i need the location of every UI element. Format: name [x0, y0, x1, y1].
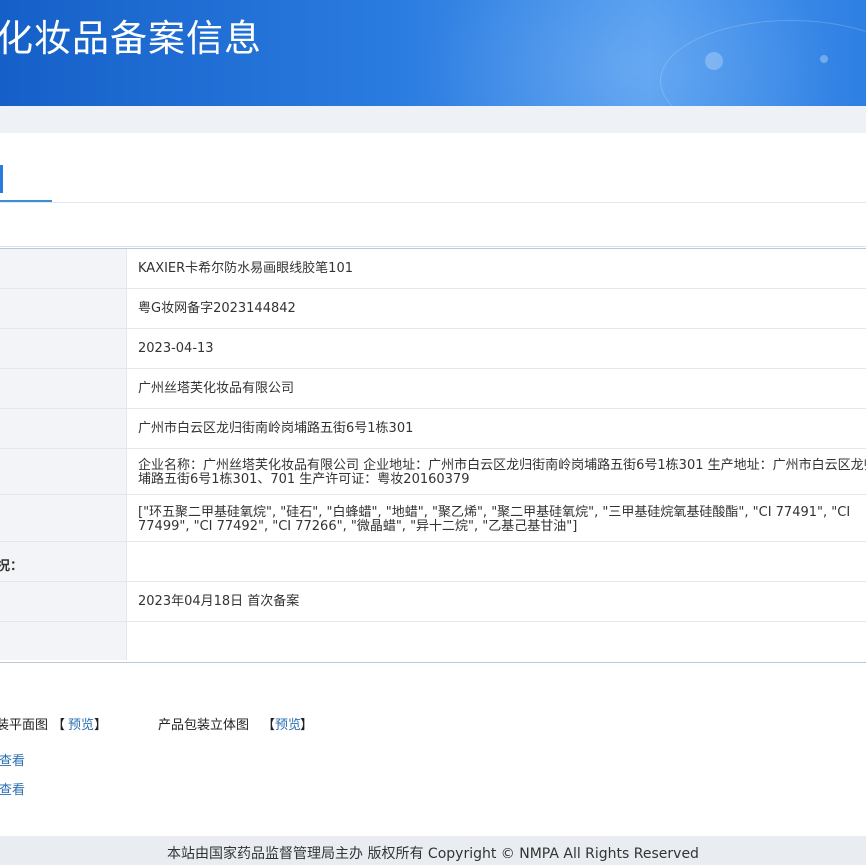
ingredients-line2: 77499", "CI 77492", "CI 77266", "微晶蜡", "…: [138, 519, 578, 534]
ingredients-line1: ["环五聚二甲基硅氧烷", "硅石", "白蜂蜡", "地蜡", "聚乙烯", …: [138, 505, 851, 520]
table-row: 况：: [0, 542, 866, 582]
row-value: 粤G妆网备字2023144842: [127, 289, 866, 328]
bracket: 】: [94, 718, 108, 733]
table-row: 广州丝塔芙化妆品有限公司: [0, 369, 866, 409]
row-value: 广州丝塔芙化妆品有限公司: [127, 369, 866, 408]
row-label: [0, 495, 127, 541]
row-value: [127, 622, 866, 660]
row-value: 广州市白云区龙归街南岭岗埔路五街6号1栋301: [127, 409, 866, 448]
row-label: [0, 409, 127, 448]
banner-decoration: [705, 52, 723, 70]
flat-image-label: 装平面图: [0, 718, 49, 733]
row-value: [127, 542, 866, 581]
page-title: 化妆品备案信息: [0, 17, 262, 60]
row-value: ["环五聚二甲基硅氧烷", "硅石", "白蜂蜡", "地蜡", "聚乙烯", …: [127, 495, 866, 541]
view-link[interactable]: 查看: [0, 750, 25, 769]
solid-image-preview-link[interactable]: 预览: [275, 714, 301, 733]
section-divider: [0, 246, 866, 247]
row-label: 况：: [0, 542, 127, 581]
record-number: 粤G妆网备字2023144842: [138, 301, 296, 316]
table-row: KAXIER卡希尔防水易画眼线胶笔101: [0, 249, 866, 289]
manufacturer-info-line1: 企业名称：广州丝塔芙化妆品有限公司 企业地址：广州市白云区龙归街南岭岗埔路五街6…: [138, 458, 866, 473]
row-value: KAXIER卡希尔防水易画眼线胶笔101: [127, 249, 866, 288]
row-label: [0, 622, 127, 660]
table-row: 粤G妆网备字2023144842: [0, 289, 866, 329]
solid-image-label: 产品包装立体图: [158, 718, 250, 733]
record-history: 2023年04月18日 首次备案: [138, 594, 300, 609]
manufacturer-info-line2: 埔路五街6号1栋301、701 生产许可证：粤妆20160379: [138, 472, 470, 487]
table-row: ["环五聚二甲基硅氧烷", "硅石", "白蜂蜡", "地蜡", "聚乙烯", …: [0, 495, 866, 542]
footer-copyright: 本站由国家药品监督管理局主办 版权所有 Copyright © NMPA All…: [167, 846, 699, 862]
breadcrumb-bar: [0, 106, 866, 133]
table-bottom-border: [0, 662, 866, 663]
row-value: 2023年04月18日 首次备案: [127, 582, 866, 621]
table-row: 2023-04-13: [0, 329, 866, 369]
bracket: 【: [262, 718, 276, 733]
row-label: [0, 289, 127, 328]
info-table: KAXIER卡希尔防水易画眼线胶笔101 粤G妆网备字2023144842 20…: [0, 248, 866, 660]
row-label: [0, 449, 127, 494]
header-banner: 化妆品备案信息: [0, 0, 866, 106]
view-link[interactable]: 查看: [0, 779, 25, 798]
table-row: 企业名称：广州丝塔芙化妆品有限公司 企业地址：广州市白云区龙归街南岭岗埔路五街6…: [0, 449, 866, 495]
table-row: 2023年04月18日 首次备案: [0, 582, 866, 622]
product-name: KAXIER卡希尔防水易画眼线胶笔101: [138, 261, 353, 276]
row-label: [0, 369, 127, 408]
row-value: 2023-04-13: [127, 329, 866, 368]
banner-decoration: [820, 55, 828, 63]
footer: 本站由国家药品监督管理局主办 版权所有 Copyright © NMPA All…: [0, 836, 866, 865]
bracket: 【: [52, 718, 66, 733]
active-tab-marker: [0, 165, 3, 193]
table-row: 广州市白云区龙归街南岭岗埔路五街6号1栋301: [0, 409, 866, 449]
row-label: [0, 329, 127, 368]
row-value: 企业名称：广州丝塔芙化妆品有限公司 企业地址：广州市白云区龙归街南岭岗埔路五街6…: [127, 449, 866, 494]
company-name: 广州丝塔芙化妆品有限公司: [138, 381, 295, 396]
company-address: 广州市白云区龙归街南岭岗埔路五街6号1栋301: [138, 421, 414, 436]
tab-bar: [0, 133, 866, 203]
table-row: [0, 622, 866, 660]
bracket: 】: [300, 718, 314, 733]
record-date: 2023-04-13: [138, 341, 214, 356]
row-label: [0, 249, 127, 288]
status-label: 况：: [0, 559, 24, 574]
tab-divider: [0, 202, 866, 203]
row-label: [0, 582, 127, 621]
flat-image-preview-link[interactable]: 预览: [68, 714, 94, 733]
